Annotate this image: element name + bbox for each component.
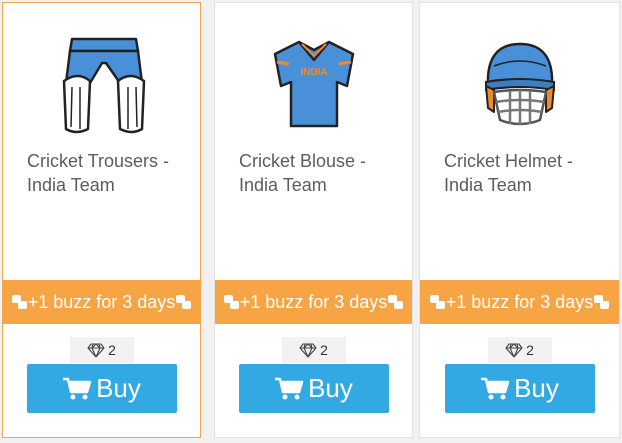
promo-text: +1 buzz for 3 days [27,291,176,312]
buy-button[interactable]: Buy [26,364,177,413]
product-image [3,31,200,137]
diamond-icon [299,342,317,358]
jersey-text: INDIA [300,67,327,78]
price-value: 2 [320,342,328,358]
buzz-promo-banner: +1 buzz for 3 days [420,280,619,324]
ticket-icon [429,295,445,309]
product-image: INDIA [215,31,412,137]
product-title: Cricket Helmet - India Team [444,151,574,195]
cart-icon [63,377,92,399]
product-title: Cricket Trousers - India Team [27,151,170,195]
product-image [420,31,619,137]
ticket-icon [594,295,610,309]
price-value: 2 [108,342,116,358]
buzz-promo-banner: +1 buzz for 3 days [215,280,412,324]
promo-text: +1 buzz for 3 days [445,291,594,312]
ticket-icon [388,295,404,309]
buzz-promo-banner: +1 buzz for 3 days [3,280,200,324]
cricket-helmet-icon [484,42,555,126]
cricket-blouse-icon: INDIA [273,40,354,128]
buy-label: Buy [308,373,353,403]
price-badge: 2 [487,337,552,363]
buy-label: Buy [514,373,559,403]
buy-button[interactable]: Buy [238,364,389,413]
price-badge: 2 [69,337,134,363]
buy-label: Buy [96,373,141,403]
ticket-icon [223,295,239,309]
product-card-helmet[interactable]: Cricket Helmet - India Team +1 buzz for … [419,2,620,438]
buy-button[interactable]: Buy [444,364,595,413]
ticket-icon [11,295,27,309]
promo-text: +1 buzz for 3 days [239,291,388,312]
cart-icon [481,377,510,399]
cart-icon [275,377,304,399]
price-value: 2 [526,342,534,358]
ticket-icon [176,295,192,309]
diamond-icon [87,342,105,358]
cricket-trousers-icon [62,37,145,134]
product-title: Cricket Blouse - India Team [239,151,367,195]
product-card-blouse[interactable]: INDIA Cricket Blouse - India Team +1 buz… [214,2,413,438]
product-card-trousers[interactable]: Cricket Trousers - India Team +1 buzz fo… [2,2,201,438]
price-badge: 2 [281,337,346,363]
diamond-icon [505,342,523,358]
